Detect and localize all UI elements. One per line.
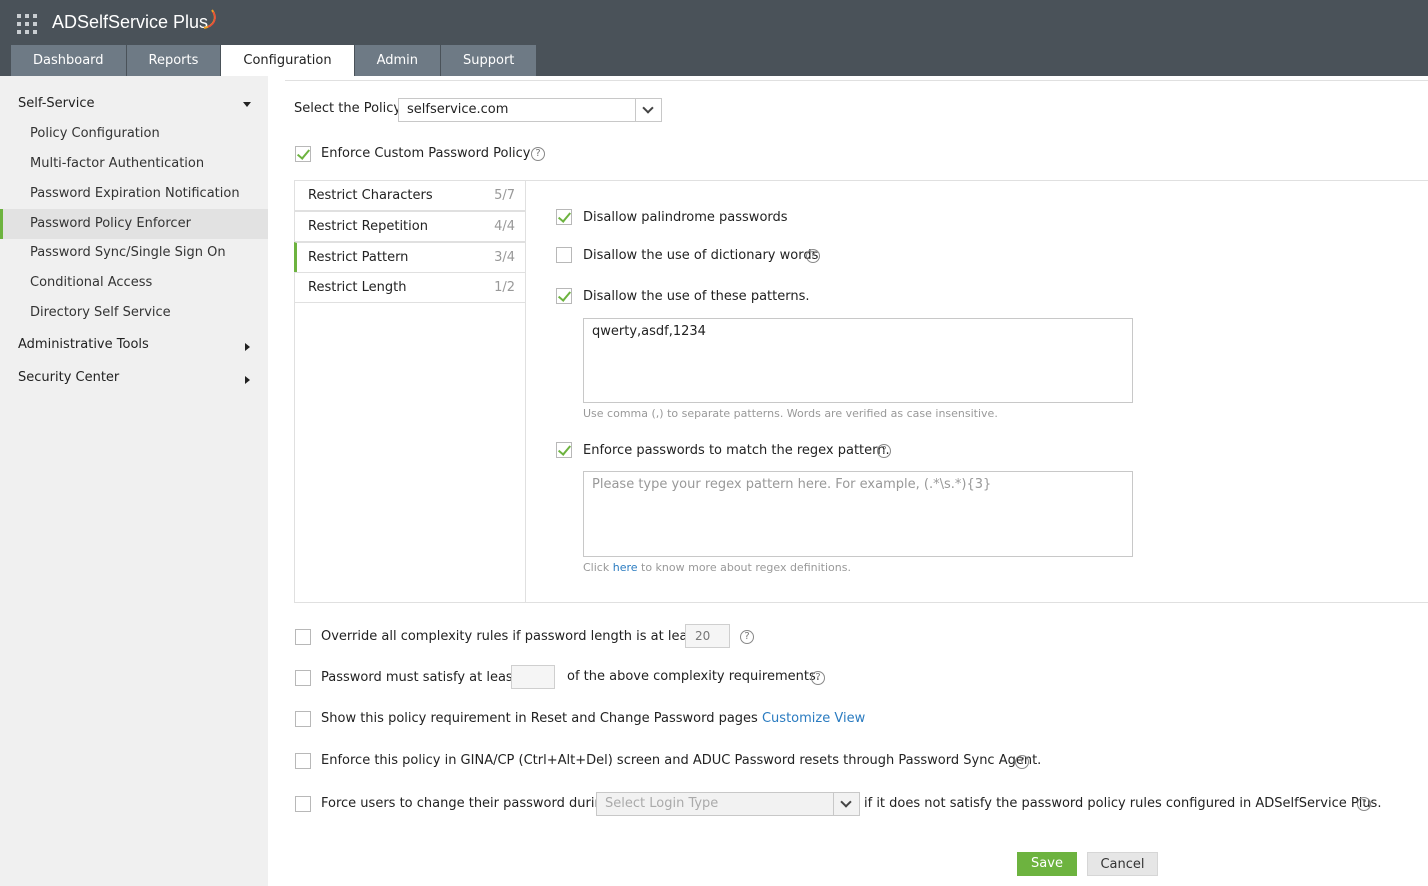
brand-logo-text: ADSelfService Plus [52, 12, 209, 32]
sidebar-item-password-policy-enforcer[interactable]: Password Policy Enforcer [0, 209, 268, 239]
panel-border [525, 180, 1428, 181]
caret-right-icon[interactable] [245, 343, 250, 351]
regex-placeholder: Please type your regex pattern here. For… [592, 477, 992, 492]
tab-restrict-repetition[interactable]: Restrict Repetition 4/4 [294, 211, 526, 242]
regex-help-link[interactable]: here [613, 561, 638, 574]
force-change-label: Force users to change their password dur… [321, 796, 611, 811]
satisfy-label: Password must satisfy at least [321, 670, 518, 685]
content-divider [285, 80, 1428, 81]
satisfy-count-input[interactable] [511, 665, 555, 689]
policy-label: Select the Policy [294, 101, 402, 116]
show-requirement-label: Show this policy requirement in Reset an… [321, 711, 865, 726]
policy-select-toggle[interactable] [635, 99, 661, 121]
tab-label: Restrict Pattern [308, 250, 409, 265]
main-tabs: Dashboard Reports Configuration Admin Su… [11, 45, 537, 76]
login-type-placeholder: Select Login Type [605, 796, 719, 811]
chevron-down-icon [840, 796, 852, 808]
policy-select[interactable]: selfservice.com [398, 98, 662, 122]
regex-textarea[interactable]: Please type your regex pattern here. For… [583, 471, 1133, 557]
show-requirement-checkbox[interactable] [295, 711, 311, 727]
sidebar-item-conditional-access[interactable]: Conditional Access [0, 268, 268, 298]
login-type-toggle[interactable] [833, 793, 859, 815]
help-icon[interactable]: ? [811, 671, 825, 685]
tab-dashboard[interactable]: Dashboard [11, 45, 126, 76]
brand-swoosh-icon [203, 9, 216, 29]
regex-checkbox[interactable] [556, 442, 572, 458]
help-icon[interactable]: ? [1015, 755, 1029, 769]
tab-configuration[interactable]: Configuration [221, 45, 354, 76]
patterns-value: qwerty,asdf,1234 [592, 324, 706, 339]
regex-hint: Click here to know more about regex defi… [583, 561, 851, 574]
tab-reports[interactable]: Reports [126, 45, 221, 76]
tab-admin[interactable]: Admin [354, 45, 441, 76]
policy-select-value: selfservice.com [407, 102, 509, 117]
gina-checkbox[interactable] [295, 753, 311, 769]
tab-label: Restrict Characters [308, 188, 433, 203]
satisfy-checkbox[interactable] [295, 670, 311, 686]
sidebar-item-password-sync-sso[interactable]: Password Sync/Single Sign On [0, 238, 268, 268]
sidebar: Self-Service Policy Configuration Multi-… [0, 76, 268, 886]
help-icon[interactable]: ? [740, 630, 754, 644]
gina-label: Enforce this policy in GINA/CP (Ctrl+Alt… [321, 753, 1042, 768]
chevron-down-icon [642, 102, 654, 114]
patterns-checkbox[interactable] [556, 288, 572, 304]
tab-count: 3/4 [494, 250, 515, 265]
panel-border [294, 602, 1428, 603]
caret-down-icon[interactable] [243, 102, 251, 107]
regex-label: Enforce passwords to match the regex pat… [583, 443, 890, 458]
sidebar-section-security-center[interactable]: Security Center [18, 370, 119, 385]
tab-restrict-pattern[interactable]: Restrict Pattern 3/4 [294, 242, 526, 273]
sidebar-section-self-service[interactable]: Self-Service [18, 96, 94, 111]
patterns-label: Disallow the use of these patterns. [583, 289, 810, 304]
enforce-custom-checkbox[interactable] [295, 146, 311, 162]
tab-count: 5/7 [494, 188, 515, 203]
customize-view-link[interactable]: Customize View [762, 711, 865, 726]
tab-label: Restrict Repetition [308, 219, 428, 234]
save-button[interactable]: Save [1017, 852, 1077, 876]
login-type-select[interactable]: Select Login Type [596, 792, 860, 816]
help-icon[interactable]: ? [806, 249, 820, 263]
show-requirement-text: Show this policy requirement in Reset an… [321, 711, 758, 726]
top-header: ADSelfService Plus Dashboard Reports Con… [0, 0, 1428, 76]
help-icon[interactable]: ? [1357, 797, 1371, 811]
cancel-button[interactable]: Cancel [1087, 852, 1158, 876]
regex-hint-text: Click [583, 561, 613, 574]
tab-restrict-characters[interactable]: Restrict Characters 5/7 [294, 180, 526, 211]
satisfy-suffix: of the above complexity requirements. [567, 669, 820, 684]
enforce-custom-label: Enforce Custom Password Policy [321, 146, 531, 161]
tab-label: Restrict Length [308, 280, 407, 295]
patterns-hint: Use comma (,) to separate patterns. Word… [583, 407, 998, 420]
apps-grid-icon[interactable] [17, 14, 37, 34]
dictionary-label: Disallow the use of dictionary words [583, 248, 819, 263]
palindrome-label: Disallow palindrome passwords [583, 210, 788, 225]
caret-right-icon[interactable] [245, 376, 250, 384]
sidebar-section-administrative-tools[interactable]: Administrative Tools [18, 337, 149, 352]
tab-count: 4/4 [494, 219, 515, 234]
sidebar-item-policy-configuration[interactable]: Policy Configuration [0, 119, 268, 149]
palindrome-checkbox[interactable] [556, 209, 572, 225]
sidebar-item-password-expiration-notification[interactable]: Password Expiration Notification [0, 179, 268, 209]
override-checkbox[interactable] [295, 629, 311, 645]
dictionary-checkbox[interactable] [556, 247, 572, 263]
help-icon[interactable]: ? [531, 147, 545, 161]
help-icon[interactable]: ? [877, 444, 891, 458]
override-label: Override all complexity rules if passwor… [321, 629, 700, 644]
force-change-suffix: if it does not satisfy the password poli… [864, 796, 1382, 811]
tab-count: 1/2 [494, 280, 515, 295]
override-length-input[interactable]: 20 [685, 624, 730, 648]
patterns-textarea[interactable]: qwerty,asdf,1234 [583, 318, 1133, 403]
tab-support[interactable]: Support [441, 45, 537, 76]
tab-restrict-length[interactable]: Restrict Length 1/2 [294, 272, 526, 303]
sidebar-item-directory-self-service[interactable]: Directory Self Service [0, 298, 268, 328]
regex-hint-text: to know more about regex definitions. [637, 561, 851, 574]
sidebar-item-multi-factor-authentication[interactable]: Multi-factor Authentication [0, 149, 268, 179]
force-change-checkbox[interactable] [295, 796, 311, 812]
